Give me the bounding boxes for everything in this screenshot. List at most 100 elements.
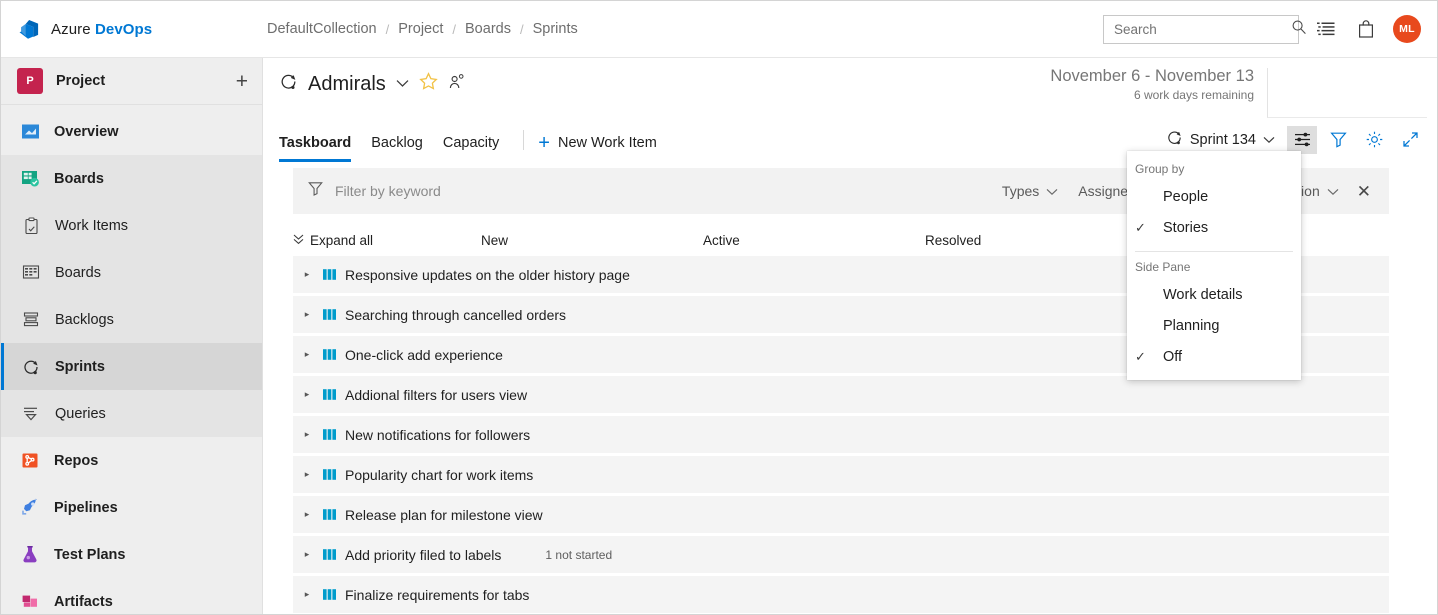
work-item-title: Release plan for milestone view	[345, 507, 543, 523]
user-story-icon	[321, 427, 337, 443]
table-row[interactable]: ▸ New notifications for followers	[293, 416, 1389, 453]
table-row[interactable]: ▸ Addional filters for users view	[293, 376, 1389, 413]
tab-backlog[interactable]: Backlog	[361, 135, 433, 162]
menu-item-work-details[interactable]: Work details	[1127, 279, 1301, 310]
sidebar-item-work-items[interactable]: Work Items	[1, 202, 262, 249]
expand-row-icon[interactable]: ▸	[301, 509, 313, 520]
close-filter-icon[interactable]: ✕	[1349, 179, 1379, 204]
table-row[interactable]: ▸ Finalize requirements for tabs	[293, 576, 1389, 613]
menu-item-off[interactable]: ✓ Off	[1127, 341, 1301, 372]
user-story-icon	[321, 547, 337, 563]
user-story-icon	[321, 347, 337, 363]
sidebar-item-backlogs[interactable]: Backlogs	[1, 296, 262, 343]
chevron-down-icon[interactable]	[396, 77, 409, 91]
pipelines-icon	[19, 497, 41, 519]
expand-row-icon[interactable]: ▸	[301, 549, 313, 560]
marketplace-bag-icon[interactable]	[1353, 16, 1379, 42]
expand-row-icon[interactable]: ▸	[301, 269, 313, 280]
chevron-down-icon	[1263, 132, 1275, 148]
table-row[interactable]: ▸ Add priority filed to labels 1 not sta…	[293, 536, 1389, 573]
search-icon[interactable]	[1291, 19, 1307, 40]
menu-item-stories[interactable]: ✓ Stories	[1127, 212, 1301, 243]
menu-section-label-group-by: Group by	[1127, 158, 1301, 181]
menu-item-planning[interactable]: Planning	[1127, 310, 1301, 341]
sprint-selector-label: Sprint 134	[1190, 132, 1256, 148]
expand-row-icon[interactable]: ▸	[301, 589, 313, 600]
sidebar-item-overview[interactable]: Overview	[1, 108, 262, 155]
breadcrumb-item-boards[interactable]: Boards	[465, 21, 511, 37]
expand-row-icon[interactable]: ▸	[301, 389, 313, 400]
sidebar-item-label: Boards	[55, 265, 101, 281]
board-grid-icon	[20, 262, 42, 284]
menu-divider	[1135, 251, 1293, 252]
sidebar-item-label: Backlogs	[55, 312, 114, 328]
work-items-icon	[20, 215, 42, 237]
sprint-title-row: Admirals	[279, 72, 1437, 96]
breadcrumb-item-sprints[interactable]: Sprints	[533, 21, 578, 37]
breadcrumb-separator: /	[520, 22, 524, 37]
add-new-button[interactable]: +	[236, 71, 248, 92]
table-row[interactable]: ▸ Release plan for milestone view	[293, 496, 1389, 533]
menu-item-label: Stories	[1163, 220, 1208, 236]
filter-dropdown-types[interactable]: Types	[992, 177, 1068, 205]
burndown-chart-slot[interactable]	[1267, 68, 1427, 118]
sidebar-item-repos[interactable]: Repos	[1, 437, 262, 484]
azure-devops-logo-icon	[17, 17, 41, 41]
tab-taskboard[interactable]: Taskboard	[279, 135, 361, 162]
work-item-title: One-click add experience	[345, 347, 503, 363]
filter-icon[interactable]	[1323, 126, 1353, 154]
user-story-icon	[321, 387, 337, 403]
sidebar-item-boards[interactable]: Boards	[1, 155, 262, 202]
tab-capacity[interactable]: Capacity	[433, 135, 509, 162]
sidebar-item-artifacts[interactable]: Artifacts	[1, 578, 262, 615]
expand-row-icon[interactable]: ▸	[301, 349, 313, 360]
expand-all-button[interactable]: Expand all	[293, 233, 481, 248]
expand-row-icon[interactable]: ▸	[301, 429, 313, 440]
work-item-title: Searching through cancelled orders	[345, 307, 566, 323]
breadcrumb-item-collection[interactable]: DefaultCollection	[267, 21, 377, 37]
user-story-icon	[321, 587, 337, 603]
work-item-title: Responsive updates on the older history …	[345, 267, 630, 283]
avatar[interactable]: ML	[1393, 15, 1421, 43]
project-header[interactable]: P Project +	[1, 58, 262, 105]
fullscreen-expand-icon[interactable]	[1395, 126, 1425, 154]
sidebar-item-pipelines[interactable]: Pipelines	[1, 484, 262, 531]
project-badge: P	[17, 68, 43, 94]
star-icon[interactable]	[419, 72, 438, 96]
view-options-icon[interactable]	[1287, 126, 1317, 154]
expand-row-icon[interactable]: ▸	[301, 309, 313, 320]
azure-devops-window: Azure DevOps DefaultCollection / Project…	[0, 0, 1438, 615]
user-story-icon	[321, 467, 337, 483]
sidebar-item-label: Test Plans	[54, 547, 125, 563]
tab-label: Taskboard	[279, 135, 351, 151]
new-work-item-button[interactable]: + New Work Item	[538, 135, 657, 162]
menu-item-label: People	[1163, 189, 1208, 205]
filter-keyword-input[interactable]	[335, 183, 992, 199]
chevron-down-icon	[1046, 183, 1058, 199]
menu-item-people[interactable]: People	[1127, 181, 1301, 212]
brand-area[interactable]: Azure DevOps	[1, 17, 247, 41]
top-navigation-bar: Azure DevOps DefaultCollection / Project…	[1, 1, 1437, 58]
work-item-title: Addional filters for users view	[345, 387, 527, 403]
sidebar-item-label: Boards	[54, 171, 104, 187]
sidebar-item-sprints[interactable]: Sprints	[1, 343, 262, 390]
filter-input-wrap[interactable]	[307, 180, 992, 202]
queries-icon	[20, 403, 42, 425]
settings-gear-icon[interactable]	[1359, 126, 1389, 154]
backlogs-icon	[20, 309, 42, 331]
expand-row-icon[interactable]: ▸	[301, 469, 313, 480]
breadcrumb-item-project[interactable]: Project	[398, 21, 443, 37]
table-row[interactable]: ▸ Popularity chart for work items	[293, 456, 1389, 493]
sidebar-item-board-grid[interactable]: Boards	[1, 249, 262, 296]
sidebar-item-queries[interactable]: Queries	[1, 390, 262, 437]
team-members-icon[interactable]	[448, 73, 466, 96]
sprints-icon	[1166, 129, 1183, 150]
chevron-down-icon	[1327, 183, 1339, 199]
work-items-list-icon[interactable]	[1313, 16, 1339, 42]
overview-icon	[19, 121, 41, 143]
user-story-icon	[321, 267, 337, 283]
user-story-icon	[321, 307, 337, 323]
sidebar-item-test-plans[interactable]: Test Plans	[1, 531, 262, 578]
global-search-box[interactable]	[1103, 15, 1299, 44]
search-input[interactable]	[1114, 22, 1291, 37]
